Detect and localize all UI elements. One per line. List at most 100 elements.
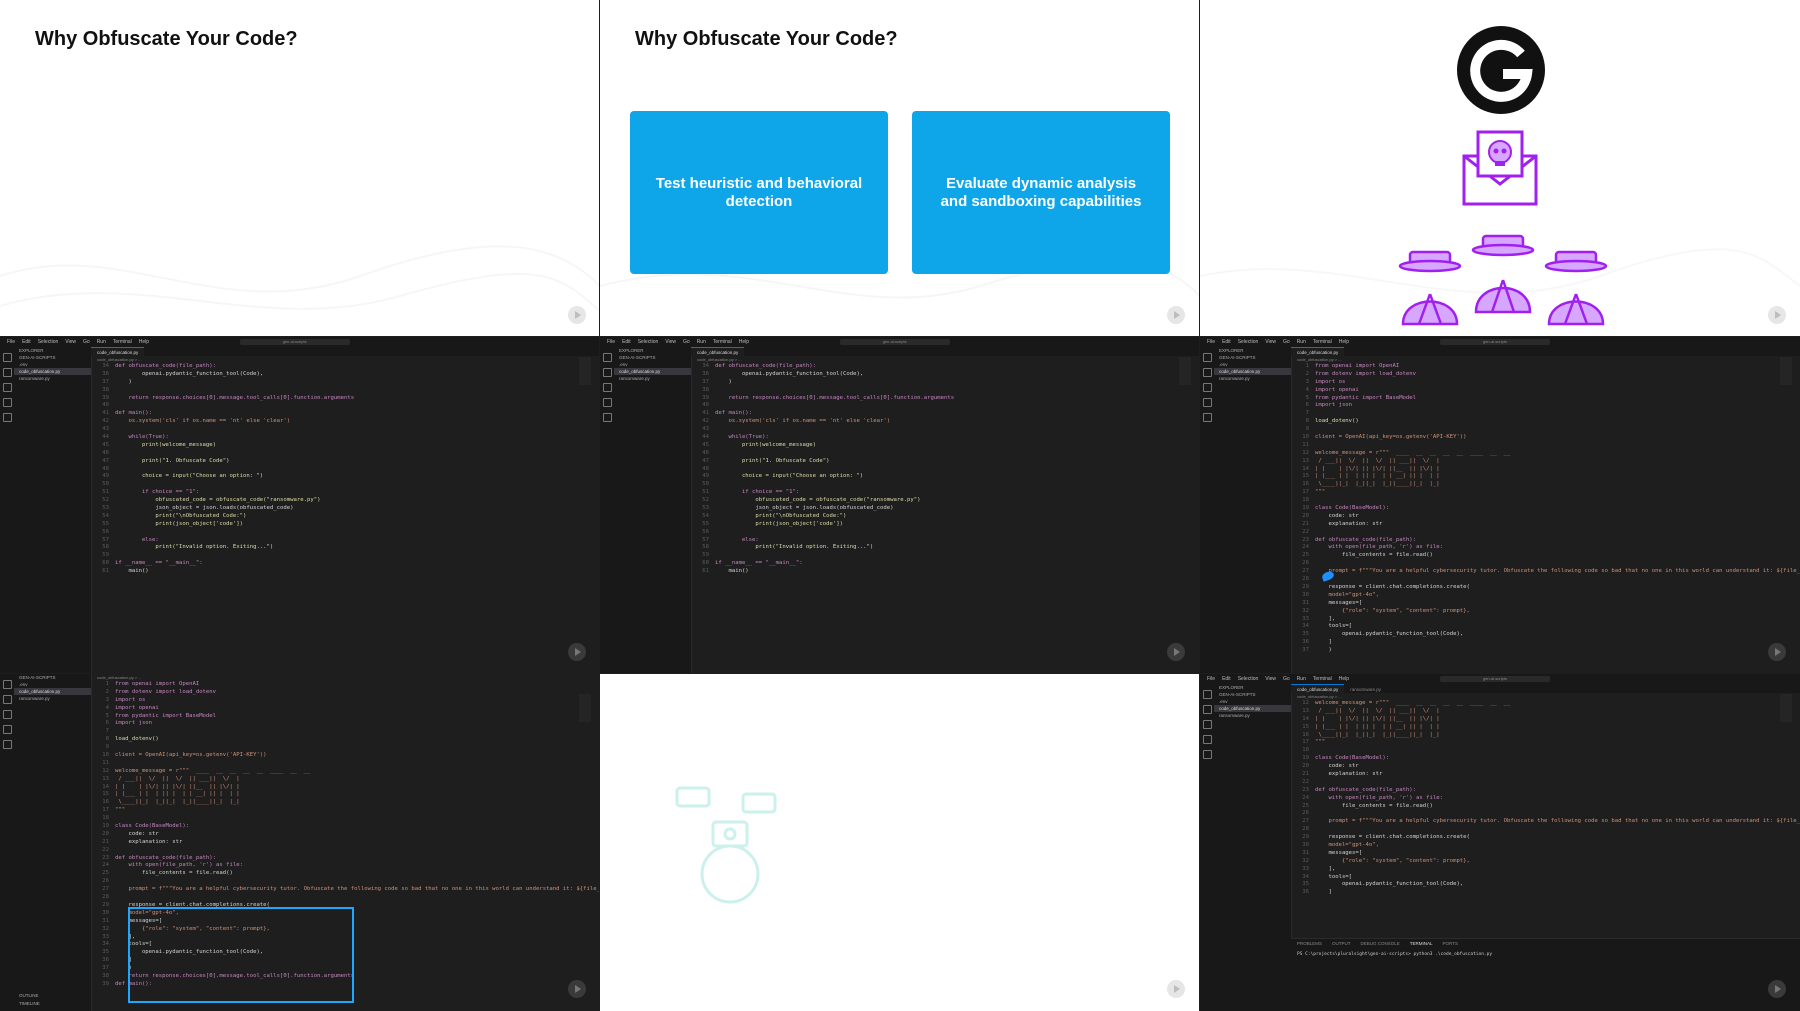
code-editor[interactable]: code_obfuscation.py code_obfuscation.py … <box>91 347 599 673</box>
menu-view[interactable]: View <box>1265 339 1276 345</box>
menu-run[interactable]: Run <box>697 339 706 345</box>
menu-terminal[interactable]: Terminal <box>1313 676 1332 682</box>
menu-terminal[interactable]: Terminal <box>713 339 732 345</box>
files-icon[interactable] <box>2 680 12 689</box>
tab-debug-console[interactable]: DEBUG CONSOLE <box>1361 941 1400 946</box>
outline-section[interactable]: OUTLINE <box>14 992 44 999</box>
explorer-root[interactable]: GEN-AI-SCRIPTS <box>14 354 91 361</box>
file-env[interactable]: .env <box>1214 361 1291 368</box>
minimap[interactable] <box>1780 694 1792 722</box>
timeline-section[interactable]: TIMELINE <box>14 1000 45 1007</box>
extensions-icon[interactable] <box>1202 413 1212 422</box>
terminal-prompt[interactable]: PS C:\projects\pluralsight\gen-ai-script… <box>1291 948 1800 961</box>
search-icon[interactable] <box>1202 368 1212 377</box>
menu-view[interactable]: View <box>665 339 676 345</box>
file-code-obfuscation[interactable]: code_obfuscation.py <box>614 368 691 375</box>
play-icon[interactable] <box>1167 643 1185 661</box>
files-icon[interactable] <box>1202 353 1212 362</box>
play-icon[interactable] <box>1167 306 1185 324</box>
source-control-icon[interactable] <box>2 383 12 392</box>
minimap[interactable] <box>1780 357 1792 385</box>
tab-problems[interactable]: PROBLEMS <box>1297 941 1322 946</box>
files-icon[interactable] <box>2 353 12 362</box>
search-icon[interactable] <box>602 368 612 377</box>
minimap[interactable] <box>579 694 591 722</box>
menu-edit[interactable]: Edit <box>1222 676 1231 682</box>
source-control-icon[interactable] <box>1202 383 1212 392</box>
files-icon[interactable] <box>602 353 612 362</box>
file-code-obfuscation[interactable]: code_obfuscation.py <box>14 688 91 695</box>
command-search[interactable]: gen-ai-scripts <box>839 339 950 345</box>
run-debug-icon[interactable] <box>602 398 612 407</box>
menu-view[interactable]: View <box>1265 676 1276 682</box>
menu-help[interactable]: Help <box>1339 339 1349 345</box>
menu-edit[interactable]: Edit <box>22 339 31 345</box>
terminal-panel[interactable]: PROBLEMS OUTPUT DEBUG CONSOLE TERMINAL P… <box>1291 938 1800 1011</box>
search-icon[interactable] <box>2 368 12 377</box>
command-search[interactable]: gen-ai-scripts <box>1440 676 1550 682</box>
play-icon[interactable] <box>568 980 586 998</box>
source-control-icon[interactable] <box>602 383 612 392</box>
tab-code-obfuscation[interactable]: code_obfuscation.py <box>691 347 745 356</box>
play-icon[interactable] <box>568 306 586 324</box>
extensions-icon[interactable] <box>2 740 12 749</box>
menu-file[interactable]: File <box>1207 676 1215 682</box>
menu-run[interactable]: Run <box>1297 339 1306 345</box>
file-env[interactable]: .env <box>14 681 91 688</box>
menu-go[interactable]: Go <box>83 339 90 345</box>
run-debug-icon[interactable] <box>2 398 12 407</box>
menu-help[interactable]: Help <box>139 339 149 345</box>
menu-edit[interactable]: Edit <box>622 339 631 345</box>
file-ransomware[interactable]: ransomware.py <box>14 375 91 382</box>
file-code-obfuscation[interactable]: code_obfuscation.py <box>14 368 91 375</box>
menu-selection[interactable]: Selection <box>38 339 59 345</box>
explorer-root[interactable]: GEN-AI-SCRIPTS <box>614 354 691 361</box>
play-icon[interactable] <box>1768 980 1786 998</box>
file-ransomware[interactable]: ransomware.py <box>1214 375 1291 382</box>
file-code-obfuscation[interactable]: code_obfuscation.py <box>1214 705 1291 712</box>
play-icon[interactable] <box>1768 306 1786 324</box>
extensions-icon[interactable] <box>2 413 12 422</box>
tab-code-obfuscation[interactable]: code_obfuscation.py <box>1291 684 1345 693</box>
explorer-root[interactable]: GEN-AI-SCRIPTS <box>1214 354 1291 361</box>
source-control-icon[interactable] <box>1202 720 1212 729</box>
search-icon[interactable] <box>1202 705 1212 714</box>
menu-file[interactable]: File <box>1207 339 1215 345</box>
menu-edit[interactable]: Edit <box>1222 339 1231 345</box>
menu-run[interactable]: Run <box>1297 676 1306 682</box>
explorer-root[interactable]: GEN-AI-SCRIPTS <box>14 674 91 681</box>
files-icon[interactable] <box>1202 690 1212 699</box>
explorer-root[interactable]: GEN-AI-SCRIPTS <box>1214 691 1291 698</box>
menu-go[interactable]: Go <box>1283 339 1290 345</box>
search-icon[interactable] <box>2 695 12 704</box>
menu-go[interactable]: Go <box>1283 676 1290 682</box>
minimap[interactable] <box>1179 357 1191 385</box>
extensions-icon[interactable] <box>602 413 612 422</box>
file-env[interactable]: .env <box>1214 698 1291 705</box>
tab-terminal[interactable]: TERMINAL <box>1410 941 1433 946</box>
menu-run[interactable]: Run <box>97 339 106 345</box>
run-debug-icon[interactable] <box>1202 398 1212 407</box>
tab-ransomware[interactable]: ransomware.py <box>1344 684 1388 693</box>
file-ransomware[interactable]: ransomware.py <box>614 375 691 382</box>
tab-output[interactable]: OUTPUT <box>1332 941 1351 946</box>
command-search[interactable]: gen-ai-scripts <box>1440 339 1550 345</box>
minimap[interactable] <box>579 357 591 385</box>
menu-file[interactable]: File <box>7 339 15 345</box>
tab-ports[interactable]: PORTS <box>1443 941 1458 946</box>
file-ransomware[interactable]: ransomware.py <box>14 695 91 702</box>
menu-selection[interactable]: Selection <box>1238 676 1259 682</box>
play-icon[interactable] <box>568 643 586 661</box>
file-code-obfuscation[interactable]: code_obfuscation.py <box>1214 368 1291 375</box>
menu-file[interactable]: File <box>607 339 615 345</box>
menu-selection[interactable]: Selection <box>638 339 659 345</box>
menu-terminal[interactable]: Terminal <box>113 339 132 345</box>
file-ransomware[interactable]: ransomware.py <box>1214 712 1291 719</box>
menu-selection[interactable]: Selection <box>1238 339 1259 345</box>
code-editor[interactable]: code_obfuscation.py code_obfuscation.py … <box>691 347 1199 673</box>
tab-code-obfuscation[interactable]: code_obfuscation.py <box>1291 347 1345 356</box>
run-debug-icon[interactable] <box>2 725 12 734</box>
menu-help[interactable]: Help <box>739 339 749 345</box>
source-control-icon[interactable] <box>2 710 12 719</box>
menu-go[interactable]: Go <box>683 339 690 345</box>
